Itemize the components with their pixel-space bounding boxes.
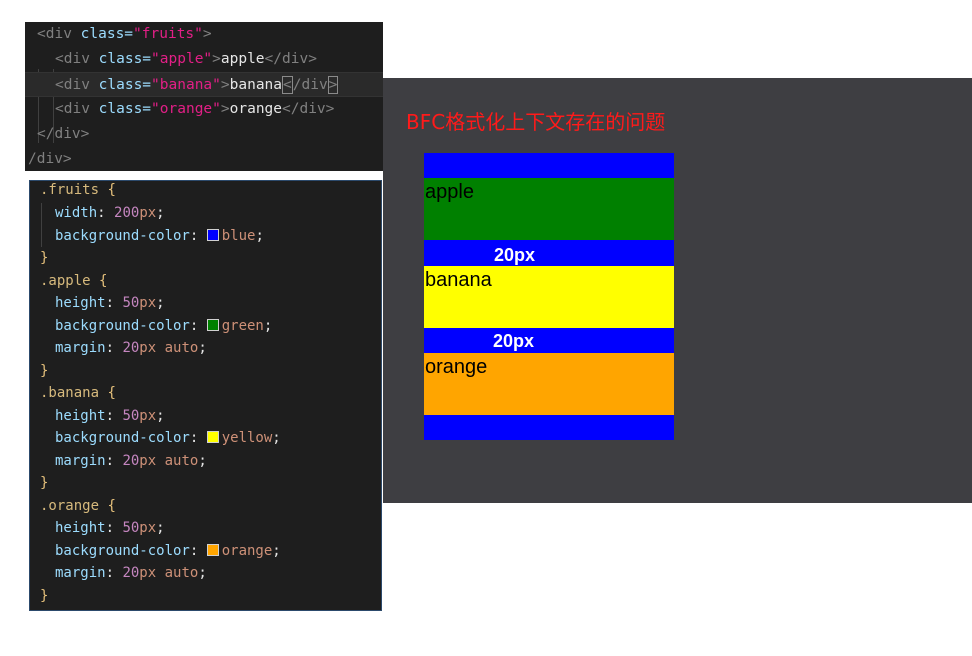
orange-box: orange — [424, 353, 674, 415]
margin-gap-label: 20px — [493, 331, 535, 351]
css-close-line: } — [40, 250, 49, 266]
apple-label: apple — [425, 181, 474, 203]
css-selector-line: .orange { — [40, 498, 116, 514]
indent-guide — [41, 203, 42, 247]
css-decl-line: background-color: green; — [55, 318, 273, 334]
css-decl-line: margin: 20px auto; — [55, 565, 207, 581]
css-decl-line: margin: 20px auto; — [55, 453, 207, 469]
render-preview: BFC格式化上下文存在的问题 apple 20px banana 20px or… — [383, 78, 972, 503]
css-selector-line: .fruits { — [40, 182, 116, 198]
banana-box: banana — [424, 266, 674, 328]
fruits-box: apple 20px banana 20px orange — [424, 153, 674, 440]
current-code-line: <div class="banana">banana</div> — [25, 72, 383, 97]
color-swatch-blue[interactable] — [206, 229, 219, 241]
code-line: </div> — [37, 126, 90, 142]
css-decl-line: height: 50px; — [55, 520, 165, 536]
color-swatch-yellow[interactable] — [206, 431, 219, 443]
apple-box: apple — [424, 178, 674, 240]
code-line: <div class="apple">apple</div> — [55, 51, 317, 67]
code-line: <div class="fruits"> — [37, 26, 212, 42]
css-close-line: } — [40, 588, 49, 604]
html-code-editor[interactable]: <div class="fruits"> <div class="apple">… — [25, 22, 383, 171]
css-selector-line: .apple { — [40, 273, 108, 289]
color-swatch-orange[interactable] — [206, 544, 219, 556]
css-decl-line: background-color: yellow; — [55, 430, 281, 446]
css-code-editor[interactable]: .fruits { width: 200px; background-color… — [29, 180, 382, 611]
css-decl-line: width: 200px; — [55, 205, 165, 221]
css-close-line: } — [40, 475, 49, 491]
color-swatch-green[interactable] — [206, 319, 219, 331]
css-decl-line: height: 50px; — [55, 295, 165, 311]
css-decl-line: background-color: orange; — [55, 543, 281, 559]
banana-label: banana — [425, 269, 492, 291]
css-selector-line: .banana { — [40, 385, 116, 401]
css-decl-line: background-color: blue; — [55, 228, 264, 244]
orange-label: orange — [425, 356, 488, 378]
css-decl-line: height: 50px; — [55, 408, 165, 424]
code-line: /div> — [28, 151, 72, 167]
preview-title: BFC格式化上下文存在的问题 — [406, 110, 666, 134]
css-decl-line: margin: 20px auto; — [55, 340, 207, 356]
css-close-line: } — [40, 363, 49, 379]
margin-gap-label: 20px — [494, 245, 536, 265]
code-line: <div class="orange">orange</div> — [55, 101, 335, 117]
